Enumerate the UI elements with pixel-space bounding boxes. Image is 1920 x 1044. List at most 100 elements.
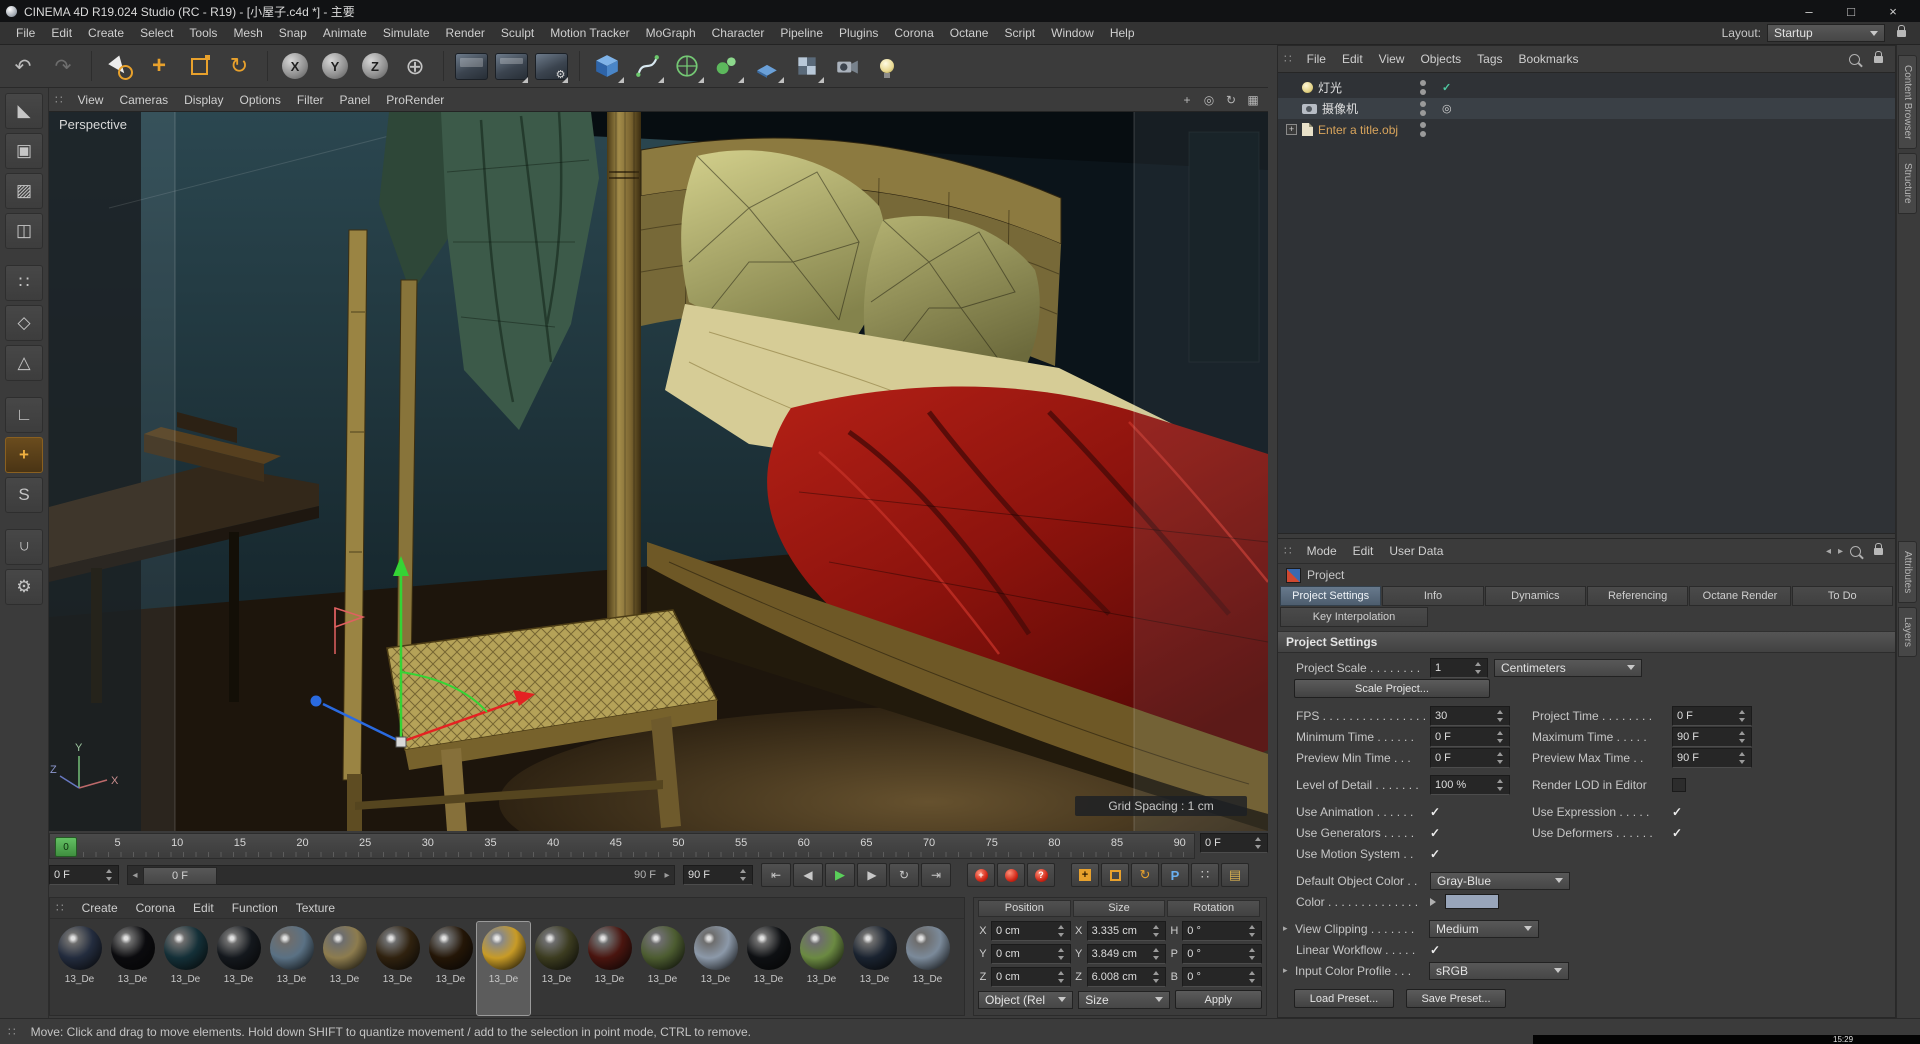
- use-generators-checkbox[interactable]: ✓: [1430, 826, 1440, 840]
- gizmo-origin[interactable]: [395, 736, 407, 748]
- attribute-menu-item[interactable]: Mode: [1299, 544, 1345, 558]
- render-view-button[interactable]: [452, 47, 490, 85]
- viewport-menu-item[interactable]: ProRender: [378, 93, 452, 107]
- frame-range-slider[interactable]: ◂ 0 F 90 F ▸: [127, 865, 675, 885]
- add-array-button[interactable]: [708, 47, 746, 85]
- input-color-profile-dropdown[interactable]: sRGB: [1429, 961, 1569, 980]
- redo-button[interactable]: ↷: [44, 47, 82, 85]
- play-button[interactable]: ▶: [825, 863, 855, 887]
- slider-thumb[interactable]: 0 F: [143, 867, 217, 885]
- spinner-icon[interactable]: [105, 869, 114, 881]
- workplane-mode-button[interactable]: ◫: [5, 213, 43, 249]
- attribute-menu-item[interactable]: Edit: [1345, 544, 1382, 558]
- use-animation-checkbox[interactable]: ✓: [1430, 805, 1440, 819]
- material-item[interactable]: 13_De: [106, 922, 159, 1015]
- material-item[interactable]: 13_De: [583, 922, 636, 1015]
- object-manager-menu-item[interactable]: Edit: [1334, 52, 1371, 66]
- material-item[interactable]: 13_De: [689, 922, 742, 1015]
- make-editable-button[interactable]: ◣: [5, 93, 43, 129]
- menu-item[interactable]: Mesh: [225, 26, 270, 40]
- goto-start-button[interactable]: ⇤: [761, 863, 791, 887]
- menu-item[interactable]: Render: [438, 26, 493, 40]
- add-floor-button[interactable]: [748, 47, 786, 85]
- material-item[interactable]: 13_De: [265, 922, 318, 1015]
- side-tab[interactable]: Content Browser: [1898, 55, 1917, 150]
- scale-tool-button[interactable]: [180, 47, 218, 85]
- rotate-tool-button[interactable]: ↻: [220, 47, 258, 85]
- attribute-tab[interactable]: Project Settings: [1280, 586, 1382, 606]
- viewport-menu-item[interactable]: View: [70, 93, 112, 107]
- menu-item[interactable]: Help: [1102, 26, 1143, 40]
- menu-item[interactable]: Plugins: [831, 26, 886, 40]
- panel-handle-icon[interactable]: ∷: [56, 901, 65, 915]
- menu-item[interactable]: Create: [80, 26, 132, 40]
- material-item[interactable]: 13_De: [901, 922, 954, 1015]
- attribute-tab[interactable]: Key Interpolation: [1280, 607, 1428, 627]
- key-position-button[interactable]: +: [1071, 863, 1099, 887]
- object-row-obj[interactable]: + Enter a title.obj: [1278, 119, 1895, 140]
- history-forward-icon[interactable]: ▸: [1838, 546, 1843, 557]
- size-z-field[interactable]: 6.008 cm: [1086, 966, 1167, 987]
- live-selection-button[interactable]: [100, 47, 138, 85]
- use-expression-checkbox[interactable]: ✓: [1672, 805, 1682, 819]
- rotation-p-field[interactable]: 0 °: [1182, 943, 1262, 964]
- maximize-button[interactable]: □: [1830, 4, 1872, 19]
- material-item[interactable]: 13_De: [476, 921, 531, 1016]
- material-menu-item[interactable]: Corona: [127, 901, 184, 915]
- menu-item[interactable]: Snap: [271, 26, 315, 40]
- group-expand-icon[interactable]: ▸: [1283, 965, 1295, 976]
- use-motion-system-checkbox[interactable]: ✓: [1430, 847, 1440, 861]
- next-frame-button[interactable]: ▶: [857, 863, 887, 887]
- material-item[interactable]: 13_De: [318, 922, 371, 1015]
- side-tab[interactable]: Structure: [1898, 153, 1917, 215]
- maximum-time-field[interactable]: 90 F: [1672, 726, 1752, 747]
- layout-dropdown[interactable]: Startup: [1767, 24, 1885, 42]
- modeling-settings-button[interactable]: ⚙: [5, 569, 43, 605]
- rotation-b-field[interactable]: 0 °: [1182, 966, 1262, 987]
- attribute-tab[interactable]: To Do: [1791, 586, 1893, 606]
- menu-item[interactable]: Edit: [43, 26, 80, 40]
- history-back-icon[interactable]: ◂: [1826, 546, 1831, 557]
- render-picture-viewer-button[interactable]: [492, 47, 530, 85]
- object-manager-menu-item[interactable]: Objects: [1412, 52, 1469, 66]
- menu-item[interactable]: Animate: [315, 26, 375, 40]
- polygons-mode-button[interactable]: △: [5, 345, 43, 381]
- scale-unit-dropdown[interactable]: Centimeters: [1494, 658, 1642, 677]
- viewport-menu-item[interactable]: Options: [231, 93, 288, 107]
- menu-item[interactable]: Octane: [942, 26, 997, 40]
- object-manager-menu-item[interactable]: File: [1299, 52, 1334, 66]
- expand-icon[interactable]: +: [1286, 124, 1297, 135]
- attribute-tab[interactable]: Octane Render: [1689, 586, 1791, 606]
- view-label[interactable]: Perspective: [59, 117, 127, 132]
- material-menu-item[interactable]: Texture: [287, 901, 344, 915]
- snapping-button[interactable]: ∩: [5, 529, 43, 565]
- material-menu-item[interactable]: Edit: [184, 901, 223, 915]
- key-parameter-button[interactable]: P: [1161, 863, 1189, 887]
- render-lod-checkbox[interactable]: [1672, 777, 1686, 792]
- material-item[interactable]: 13_De: [424, 922, 477, 1015]
- object-manager-menu-item[interactable]: Bookmarks: [1511, 52, 1587, 66]
- goto-end-button[interactable]: ⇥: [921, 863, 951, 887]
- project-scale-field[interactable]: 1: [1430, 657, 1488, 678]
- level-of-detail-field[interactable]: 100 %: [1430, 774, 1510, 795]
- current-frame-field[interactable]: 0 F: [1200, 833, 1268, 853]
- size-x-field[interactable]: 3.335 cm: [1086, 920, 1167, 941]
- model-mode-button[interactable]: ▣: [5, 133, 43, 169]
- add-light-button[interactable]: [868, 47, 906, 85]
- apply-button[interactable]: Apply: [1174, 990, 1262, 1009]
- menu-item[interactable]: Pipeline: [772, 26, 831, 40]
- playhead[interactable]: 0: [55, 837, 77, 857]
- object-manager-tree[interactable]: 灯光 ✓ 摄像机 ◎ + Enter a title.obj: [1278, 73, 1895, 533]
- attribute-tab[interactable]: Info: [1382, 586, 1484, 606]
- menu-item[interactable]: Character: [704, 26, 773, 40]
- preview-min-field[interactable]: 0 F: [1430, 747, 1510, 768]
- slider-right-arrow-icon[interactable]: ▸: [660, 870, 674, 881]
- enabled-check-icon[interactable]: ✓: [1442, 81, 1451, 94]
- axis-mode-button[interactable]: ∟: [5, 397, 43, 433]
- end-frame-field[interactable]: 90 F: [683, 865, 753, 885]
- material-item[interactable]: 13_De: [371, 922, 424, 1015]
- object-row-light[interactable]: 灯光 ✓: [1278, 77, 1895, 98]
- project-time-field[interactable]: 0 F: [1672, 705, 1752, 726]
- material-item[interactable]: 13_De: [795, 922, 848, 1015]
- previous-frame-button[interactable]: ◀: [793, 863, 823, 887]
